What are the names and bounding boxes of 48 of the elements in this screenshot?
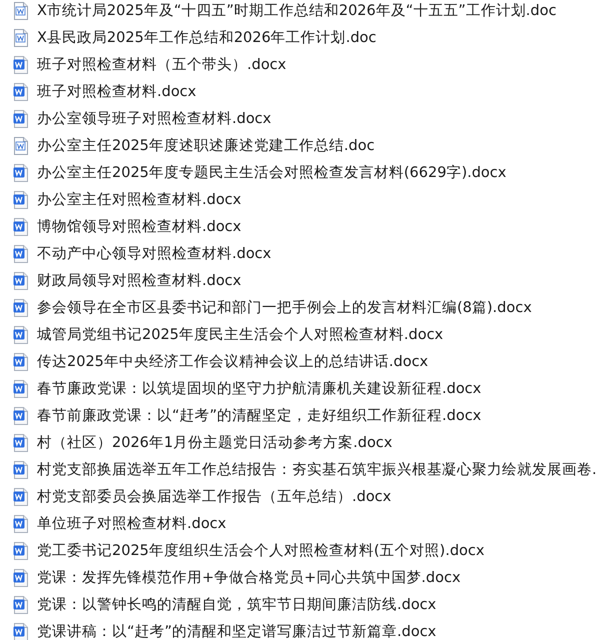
file-name[interactable]: 财政局领导对照检查材料.docx <box>37 271 242 290</box>
file-name[interactable]: 党课讲稿：以“赶考”的清醒和坚定谱写廉洁过节新篇章.docx <box>37 622 436 640</box>
file-name[interactable]: X市统计局2025年及“十四五”时期工作总结和2026年及“十五五”工作计划.doc <box>37 1 556 20</box>
file-name[interactable]: 单位班子对照检查材料.docx <box>37 514 226 533</box>
file-name[interactable]: 办公室主任对照检查材料.docx <box>37 190 242 209</box>
word-document-icon <box>13 622 29 640</box>
word-document-icon <box>13 298 29 316</box>
file-name[interactable]: 城管局党组书记2025年度民主生活会个人对照检查材料.docx <box>37 325 444 344</box>
word-document-icon <box>13 190 29 208</box>
word-document-icon <box>13 514 29 532</box>
file-name[interactable]: 办公室主任2025年度专题民主生活会对照检查发言材料(6629字).docx <box>37 163 506 182</box>
file-name[interactable]: 春节前廉政党课：以“赶考”的清醒坚定，走好组织工作新征程.docx <box>37 406 482 425</box>
word-document-icon <box>13 82 29 100</box>
file-name[interactable]: 班子对照检查材料（五个带头）.docx <box>37 55 286 74</box>
word-document-icon <box>13 460 29 478</box>
file-name[interactable]: 办公室主任2025年度述职述廉述党建工作总结.doc <box>37 136 375 155</box>
file-name[interactable]: 党课：以警钟长鸣的清醒自觉，筑牢节日期间廉洁防线.docx <box>37 595 436 614</box>
file-name[interactable]: 党工委书记2025年度组织生活会个人对照检查材料(五个对照).docx <box>37 541 484 560</box>
document-icon <box>13 28 29 46</box>
file-name[interactable]: 村党支部委员会换届选举工作报告（五年总结）.docx <box>37 487 392 506</box>
word-document-icon <box>13 488 29 506</box>
word-document-icon <box>13 164 29 182</box>
word-document-icon <box>13 56 29 74</box>
word-document-icon <box>13 380 29 398</box>
word-document-icon <box>13 326 29 344</box>
file-name[interactable]: X县民政局2025年工作总结和2026年工作计划.doc <box>37 28 376 47</box>
word-document-icon <box>13 596 29 614</box>
word-document-icon <box>13 542 29 560</box>
word-document-icon <box>13 568 29 586</box>
document-icon <box>13 2 29 20</box>
word-document-icon <box>13 352 29 370</box>
file-name[interactable]: 博物馆领导对照检查材料.docx <box>37 217 242 236</box>
file-name[interactable]: 村（社区）2026年1月份主题党日活动参考方案.docx <box>37 433 392 452</box>
word-document-icon <box>13 434 29 452</box>
file-name[interactable]: 办公室领导班子对照检查材料.docx <box>37 109 272 128</box>
file-name[interactable]: 班子对照检查材料.docx <box>37 82 196 101</box>
file-name[interactable]: 不动产中心领导对照检查材料.docx <box>37 244 272 263</box>
file-name[interactable]: 村党支部换届选举五年工作总结报告：夯实基石筑牢振兴根基凝心聚力绘就发展画卷. <box>37 460 597 479</box>
file-name[interactable]: 党课：发挥先锋模范作用+争做合格党员+同心共筑中国梦.docx <box>37 568 461 587</box>
file-name[interactable]: 参会领导在全市区县委书记和部门一把手例会上的发言材料汇编(8篇).docx <box>37 298 532 317</box>
file-name[interactable]: 传达2025年中央经济工作会议精神会议上的总结讲话.docx <box>37 352 428 371</box>
word-document-icon <box>13 218 29 236</box>
word-document-icon <box>13 272 29 290</box>
document-icon <box>13 136 29 154</box>
word-document-icon <box>13 110 29 128</box>
file-name[interactable]: 春节廉政党课：以筑堤固坝的坚守力护航清廉机关建设新征程.docx <box>37 379 482 398</box>
word-document-icon <box>13 244 29 262</box>
word-document-icon <box>13 406 29 424</box>
